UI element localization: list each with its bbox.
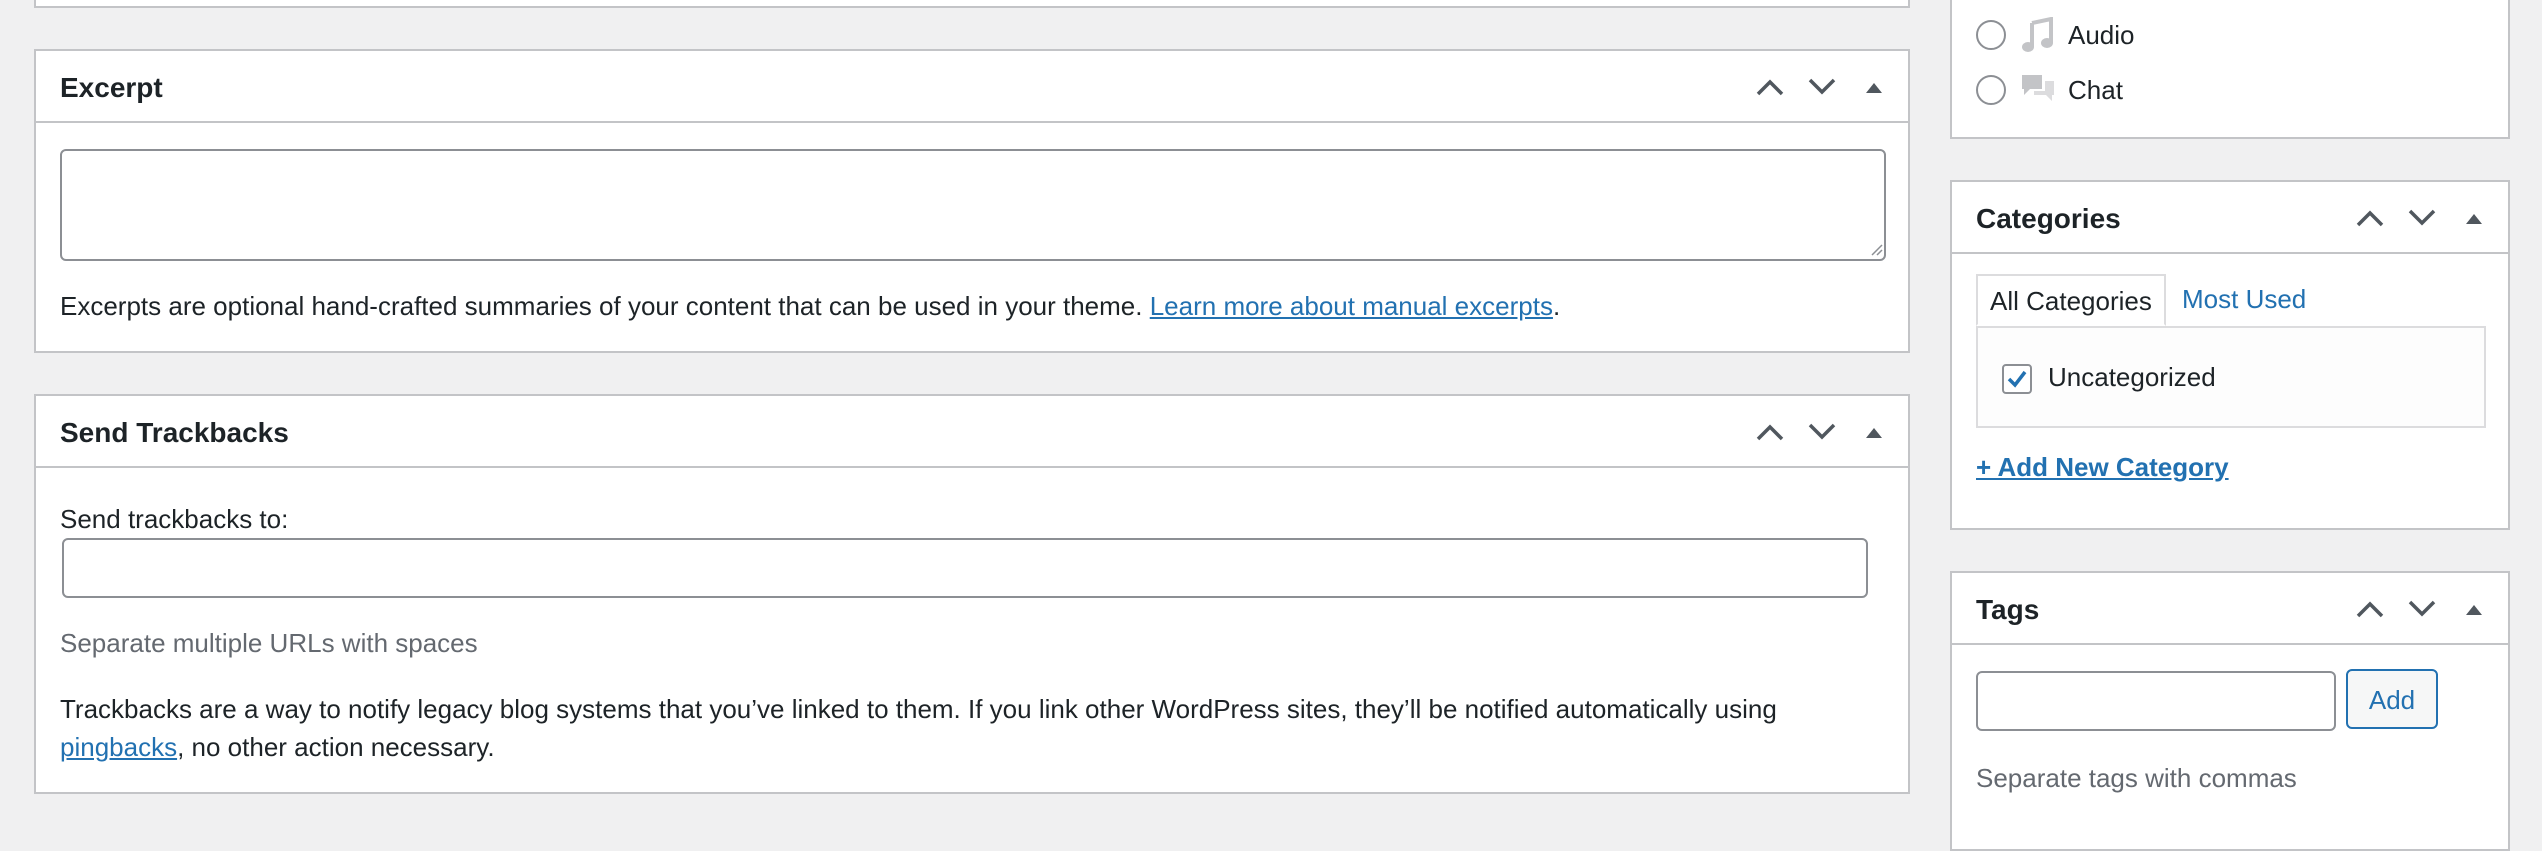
trackbacks-box: Send Trackbacks Send trackbacks to: Sepa… xyxy=(34,394,1910,794)
checkmark-icon xyxy=(2007,370,2027,388)
caret-up-icon xyxy=(1866,83,1882,93)
pingbacks-link[interactable]: pingbacks xyxy=(60,732,177,762)
chat-bubbles-icon xyxy=(2020,72,2056,108)
trackbacks-title: Send Trackbacks xyxy=(60,417,289,448)
tags-help: Separate tags with commas xyxy=(1976,763,2297,793)
trackbacks-help: Separate multiple URLs with spaces xyxy=(60,628,478,658)
chevron-up-icon xyxy=(1756,79,1784,96)
chevron-up-icon xyxy=(2356,210,2384,227)
toggle-panel-button[interactable] xyxy=(2448,196,2500,240)
move-down-button[interactable] xyxy=(1796,410,1848,454)
format-audio-label: Audio xyxy=(2068,19,2135,50)
move-down-button[interactable] xyxy=(2396,196,2448,240)
format-chat-radio[interactable] xyxy=(1976,75,2006,105)
music-note-icon xyxy=(2020,17,2056,53)
categories-header: Categories xyxy=(1952,182,2508,254)
move-up-button[interactable] xyxy=(1744,65,1796,109)
new-tag-input[interactable] xyxy=(1976,671,2336,731)
chevron-up-icon xyxy=(1756,424,1784,441)
excerpt-description-period: . xyxy=(1552,291,1561,321)
toggle-panel-button[interactable] xyxy=(1848,410,1900,454)
tags-title: Tags xyxy=(1976,594,2040,625)
chevron-up-icon xyxy=(2356,601,2384,618)
excerpt-header: Excerpt xyxy=(36,51,1908,123)
trackbacks-handle-actions xyxy=(1744,410,1900,454)
tags-handle-actions xyxy=(2344,587,2500,631)
excerpt-handle-actions xyxy=(1744,65,1900,109)
format-box: Audio Chat xyxy=(1950,0,2510,139)
format-option-audio[interactable]: Audio xyxy=(1976,15,2135,55)
move-down-button[interactable] xyxy=(2396,587,2448,631)
chevron-down-icon xyxy=(1808,423,1836,440)
excerpt-description-text: Excerpts are optional hand-crafted summa… xyxy=(60,291,1143,321)
categories-handle-actions xyxy=(2344,196,2500,240)
caret-up-icon xyxy=(2466,214,2482,224)
move-up-button[interactable] xyxy=(2344,587,2396,631)
excerpt-box: Excerpt Excerpts are optional hand-craft… xyxy=(34,49,1910,353)
content-box-bottom-edge xyxy=(34,0,1910,8)
excerpt-description: Excerpts are optional hand-crafted summa… xyxy=(60,287,1560,325)
tags-box: Tags Add Separate tags with commas xyxy=(1950,571,2510,851)
format-chat-label: Chat xyxy=(2068,74,2123,105)
resize-grip-icon[interactable] xyxy=(1868,241,1884,257)
tab-all-categories[interactable]: All Categories xyxy=(1976,274,2166,326)
toggle-panel-button[interactable] xyxy=(2448,587,2500,631)
tab-most-used[interactable]: Most Used xyxy=(2170,274,2318,326)
excerpt-textarea[interactable] xyxy=(60,149,1886,261)
add-tag-button[interactable]: Add xyxy=(2346,669,2438,729)
format-option-chat[interactable]: Chat xyxy=(1976,70,2123,110)
move-up-button[interactable] xyxy=(2344,196,2396,240)
trackbacks-description-line2: pingbacks, no other action necessary. xyxy=(60,728,495,766)
categories-title: Categories xyxy=(1976,203,2121,234)
caret-up-icon xyxy=(1866,428,1882,438)
chevron-down-icon xyxy=(1808,78,1836,95)
excerpt-title: Excerpt xyxy=(60,72,163,103)
add-new-category-link[interactable]: + Add New Category xyxy=(1976,448,2229,486)
categories-box: Categories All Categories Most Used Unca… xyxy=(1950,180,2510,530)
trackbacks-description-line1: Trackbacks are a way to notify legacy bl… xyxy=(60,694,1777,724)
caret-up-icon xyxy=(2466,605,2482,615)
category-uncategorized-label: Uncategorized xyxy=(2048,362,2216,392)
move-up-button[interactable] xyxy=(1744,410,1796,454)
categories-checklist: Uncategorized xyxy=(1976,326,2486,428)
trackbacks-description-rest: , no other action necessary. xyxy=(177,732,495,762)
chevron-down-icon xyxy=(2408,600,2436,617)
trackbacks-url-input[interactable] xyxy=(62,538,1868,598)
toggle-panel-button[interactable] xyxy=(1848,65,1900,109)
trackbacks-field-label: Send trackbacks to: xyxy=(60,504,289,534)
chevron-down-icon xyxy=(2408,209,2436,226)
move-down-button[interactable] xyxy=(1796,65,1848,109)
format-audio-radio[interactable] xyxy=(1976,20,2006,50)
tags-header: Tags xyxy=(1952,573,2508,645)
category-uncategorized-checkbox[interactable] xyxy=(2002,364,2032,394)
learn-more-excerpts-link[interactable]: Learn more about manual excerpts xyxy=(1150,291,1553,321)
trackbacks-header: Send Trackbacks xyxy=(36,396,1908,468)
